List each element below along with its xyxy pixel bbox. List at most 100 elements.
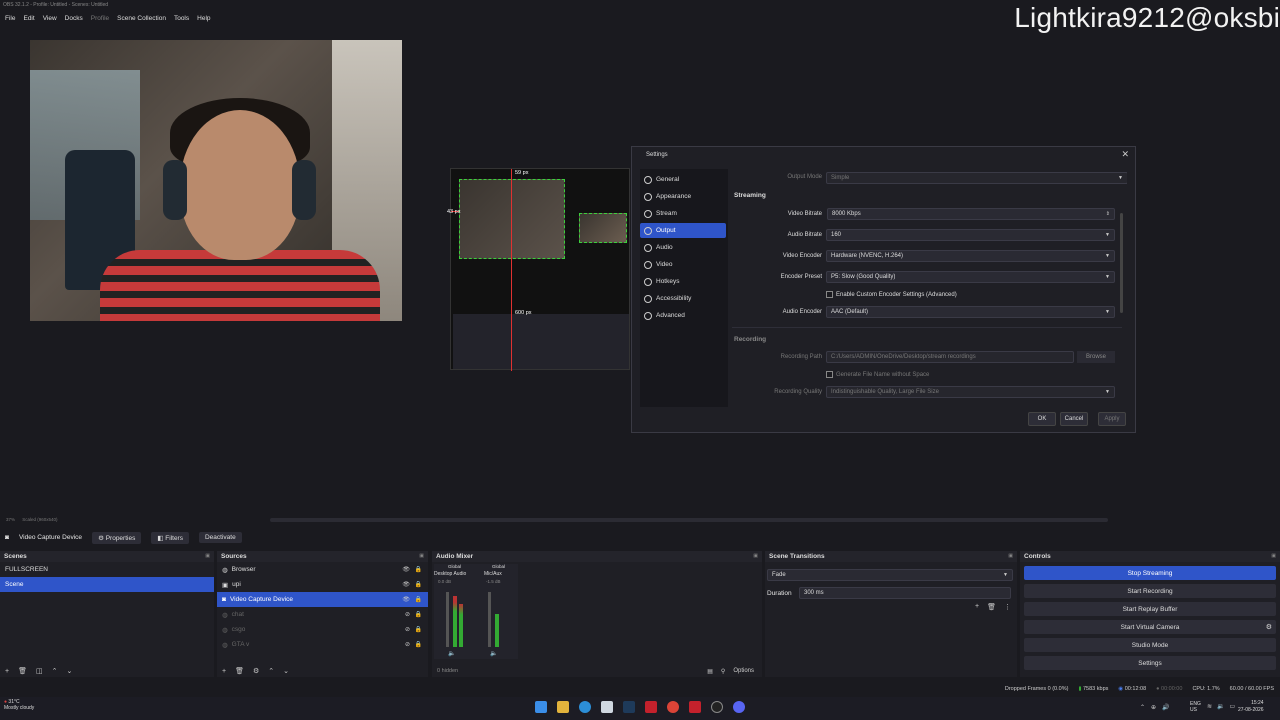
nav-appearance[interactable]: Appearance	[640, 189, 726, 204]
nav-output[interactable]: Output	[640, 223, 726, 238]
stop-streaming-button[interactable]: Stop Streaming	[1024, 566, 1276, 580]
source-item-gta[interactable]: ◍ GTA v ⊘ 🔒	[217, 637, 428, 652]
video-bitrate-input[interactable]: 8000 Kbps ⇕	[827, 208, 1115, 220]
source-item-upi[interactable]: ▣ upi 👁 🔒	[217, 577, 428, 592]
close-icon[interactable]: ✕	[1121, 149, 1129, 160]
source-item-browser[interactable]: ◍ Browser 👁 🔒	[217, 562, 428, 577]
studio-mode-button[interactable]: Studio Mode	[1024, 638, 1276, 652]
cancel-button[interactable]: Cancel	[1060, 412, 1088, 426]
properties-button[interactable]: ⚙ Properties	[92, 531, 142, 544]
settings-scrollbar[interactable]	[1120, 213, 1123, 313]
source-item-video-capture[interactable]: ◙ Video Capture Device 👁 🔒	[217, 592, 428, 607]
channel-name-desktop[interactable]: Desktop Audio	[434, 571, 466, 577]
channel-name-mic[interactable]: Mic/Aux	[484, 571, 502, 577]
eye-icon[interactable]: 👁	[402, 596, 410, 603]
menu-file[interactable]: File	[5, 15, 15, 22]
video-encoder-select[interactable]: Hardware (NVENC, H.264) ▼	[826, 250, 1115, 262]
app-icon[interactable]	[689, 701, 701, 713]
dock-float-icon[interactable]: ▣	[1008, 553, 1013, 560]
menu-help[interactable]: Help	[197, 15, 210, 22]
duration-input[interactable]: 300 ms	[799, 587, 1011, 599]
menu-tools[interactable]: Tools	[174, 15, 189, 22]
audio-encoder-select[interactable]: AAC (Default) ▼	[826, 306, 1115, 318]
trash-icon[interactable]: 🗑	[235, 667, 244, 675]
start-recording-button[interactable]: Start Recording	[1024, 584, 1276, 598]
lock-icon[interactable]: 🔒	[415, 641, 422, 648]
edge-browser-icon[interactable]	[579, 701, 591, 713]
add-icon[interactable]: +	[5, 668, 9, 675]
steam-icon[interactable]	[623, 701, 635, 713]
transition-select[interactable]: Fade ▼	[767, 569, 1013, 581]
dock-float-icon[interactable]: ▣	[753, 553, 758, 560]
start-virtual-camera-button[interactable]: Start Virtual Camera ⚙	[1024, 620, 1276, 634]
move-down-icon[interactable]: ⌄	[66, 667, 72, 675]
move-up-icon[interactable]: ⌃	[52, 667, 58, 675]
apply-button[interactable]: Apply	[1098, 412, 1126, 426]
language-indicator[interactable]: ENG US	[1190, 701, 1201, 713]
recording-path-input[interactable]: C:/Users/ADMIN/OneDrive/Desktop/stream r…	[826, 351, 1074, 363]
scene-item-fullscreen[interactable]: FULLSCREEN	[0, 562, 214, 577]
trash-icon[interactable]: 🗑	[987, 603, 996, 611]
speaker-icon[interactable]: 🔉	[1217, 703, 1224, 710]
move-up-icon[interactable]: ⌃	[268, 667, 274, 675]
weather-widget[interactable]: ● 31°C Mostly cloudy	[4, 699, 34, 711]
webcam-preview[interactable]	[30, 40, 402, 321]
volume-slider-desktop[interactable]	[446, 592, 449, 647]
layout-icon[interactable]: ▤	[707, 668, 713, 675]
source-item-csgo[interactable]: ◍ csgo ⊘ 🔒	[217, 622, 428, 637]
menu-docks[interactable]: Docks	[65, 15, 83, 22]
lock-icon[interactable]: 🔒	[415, 596, 422, 603]
scene-item-scene[interactable]: Scene	[0, 577, 214, 592]
nav-hotkeys[interactable]: Hotkeys	[640, 274, 726, 289]
menu-scene-collection[interactable]: Scene Collection	[117, 15, 166, 22]
wifi-icon[interactable]: ≋	[1207, 703, 1212, 710]
nav-stream[interactable]: Stream	[640, 206, 726, 221]
lock-icon[interactable]: 🔒	[415, 581, 422, 588]
discord-icon[interactable]	[733, 701, 745, 713]
gen-filename-checkbox[interactable]: Generate File Name without Space	[826, 371, 929, 378]
deactivate-button[interactable]: Deactivate	[198, 532, 242, 543]
move-down-icon[interactable]: ⌄	[283, 667, 289, 675]
filters-button[interactable]: ◧ Filters	[151, 531, 189, 544]
nav-general[interactable]: General	[640, 172, 726, 187]
menu-profile[interactable]: Profile	[91, 15, 109, 22]
filter-icon[interactable]: ◫	[36, 667, 43, 675]
lock-icon[interactable]: 🔒	[415, 611, 422, 618]
dock-float-icon[interactable]: ▣	[205, 553, 210, 560]
lock-icon[interactable]: 🔒	[415, 566, 422, 573]
source-item-chat[interactable]: ◍ chat ⊘ 🔒	[217, 607, 428, 622]
zoom-value[interactable]: 37%	[6, 517, 15, 522]
eye-off-icon[interactable]: ⊘	[405, 611, 410, 618]
audio-bitrate-select[interactable]: 160 ▼	[826, 229, 1115, 241]
ok-button[interactable]: OK	[1028, 412, 1056, 426]
network-icon[interactable]: ⊕	[1151, 704, 1156, 711]
speaker-icon[interactable]: 🔈	[448, 650, 455, 657]
more-icon[interactable]: ⋮	[1004, 603, 1011, 611]
dock-float-icon[interactable]: ▣	[1271, 553, 1276, 560]
add-icon[interactable]: +	[975, 603, 979, 611]
app-icon[interactable]	[645, 701, 657, 713]
nav-advanced[interactable]: Advanced	[640, 308, 726, 323]
checkbox-icon[interactable]	[826, 371, 833, 378]
selected-source-box[interactable]	[459, 179, 565, 259]
nav-accessibility[interactable]: Accessibility	[640, 291, 726, 306]
custom-encoder-checkbox[interactable]: Enable Custom Encoder Settings (Advanced…	[826, 291, 957, 298]
eye-icon[interactable]: 👁	[402, 566, 410, 573]
file-explorer-icon[interactable]	[557, 701, 569, 713]
volume-slider-mic[interactable]	[488, 592, 491, 647]
menu-view[interactable]: View	[43, 15, 57, 22]
menu-edit[interactable]: Edit	[23, 15, 34, 22]
gear-icon[interactable]: ⚙	[1266, 623, 1272, 631]
checkbox-icon[interactable]	[826, 291, 833, 298]
eye-off-icon[interactable]: ⊘	[405, 626, 410, 633]
secondary-source-box[interactable]	[579, 213, 627, 243]
volume-icon[interactable]: 🔊	[1162, 704, 1169, 711]
gear-icon[interactable]: ⚙	[253, 667, 259, 675]
lock-icon[interactable]: 🔒	[415, 626, 422, 633]
obs-icon[interactable]	[711, 701, 723, 713]
dock-float-icon[interactable]: ▣	[419, 553, 424, 560]
trash-icon[interactable]: 🗑	[18, 667, 27, 675]
add-icon[interactable]: +	[222, 668, 226, 675]
eye-icon[interactable]: 👁	[402, 581, 410, 588]
battery-icon[interactable]: ▭	[1230, 703, 1236, 710]
